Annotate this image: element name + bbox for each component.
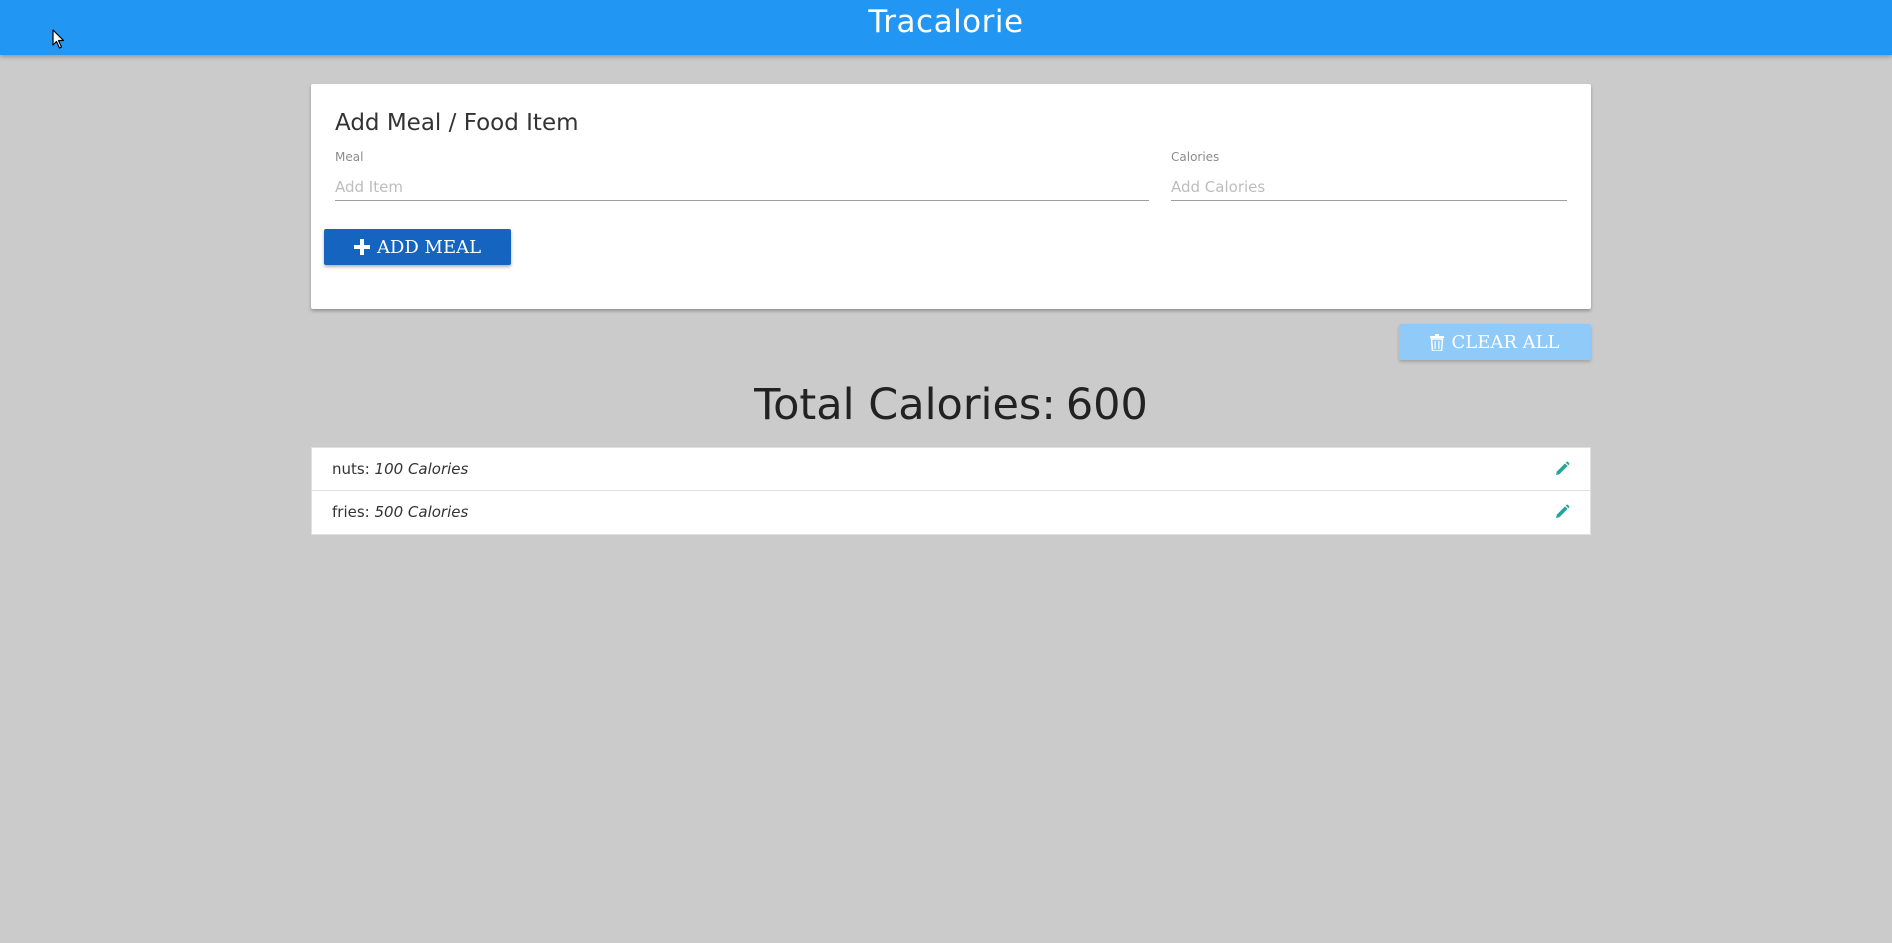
meal-input[interactable] (335, 173, 1149, 201)
total-calories-label: Total Calories: (754, 380, 1056, 430)
meal-field: Meal (335, 150, 1149, 201)
list-item: nuts: 100 Calories (312, 448, 1590, 491)
pencil-icon[interactable] (1554, 461, 1570, 477)
calories-field: Calories (1171, 150, 1567, 201)
pencil-icon[interactable] (1554, 504, 1570, 520)
item-calories: 100 Calories (374, 460, 469, 478)
add-meal-button[interactable]: ADD MEAL (324, 229, 511, 265)
calories-input[interactable] (1171, 173, 1567, 201)
total-calories-heading: Total Calories: 600 (311, 376, 1591, 434)
item-name: nuts: (332, 460, 370, 478)
clear-all-label: CLEAR ALL (1451, 331, 1560, 353)
navbar: Tracalorie (0, 0, 1892, 55)
add-meal-label: ADD MEAL (376, 236, 482, 258)
brand-logo[interactable]: Tracalorie (868, 0, 1023, 44)
total-calories-value: 600 (1065, 380, 1148, 430)
trash-icon (1430, 333, 1445, 351)
item-name: fries: (332, 503, 370, 521)
mouse-cursor-icon (52, 29, 65, 49)
meal-label: Meal (335, 150, 364, 164)
clear-all-button[interactable]: CLEAR ALL (1399, 324, 1591, 360)
item-calories: 500 Calories (374, 503, 469, 521)
calories-label: Calories (1171, 150, 1220, 164)
card-title: Add Meal / Food Item (335, 110, 579, 136)
add-meal-card: Add Meal / Food Item Meal Calories ADD M… (311, 84, 1591, 309)
plus-icon (353, 239, 370, 255)
list-item: fries: 500 Calories (312, 491, 1590, 534)
meal-list: nuts: 100 Calories fries: 500 Calories (311, 447, 1591, 535)
